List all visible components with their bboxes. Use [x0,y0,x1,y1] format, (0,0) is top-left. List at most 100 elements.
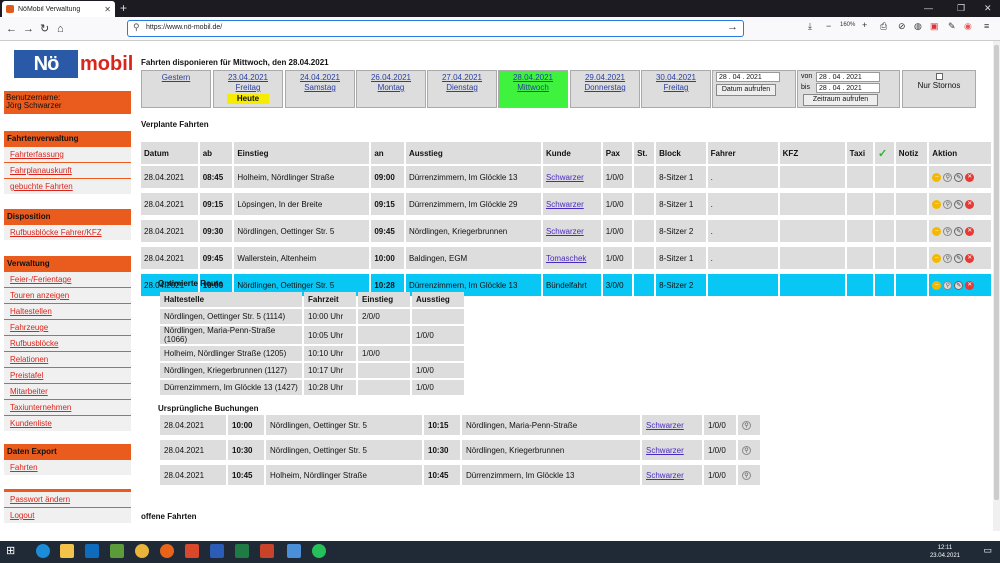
paint-icon[interactable] [185,544,199,558]
booking-cell-kunde[interactable]: Schwarzer [642,415,702,435]
cell-taxi[interactable] [846,247,874,269]
outlook-icon[interactable] [85,544,99,558]
sidebar-item-rufbusbloecke-fahrer[interactable]: Rufbusblöcke Fahrer/KFZ [4,224,131,240]
cell-kunde[interactable]: Schwarzer [542,193,601,215]
cell-notiz[interactable] [895,247,928,269]
new-tab-icon[interactable]: + [120,0,127,17]
excel-icon[interactable] [235,544,249,558]
pocket-icon[interactable]: ◉ [964,21,972,32]
print-icon[interactable]: ⎙ [880,21,887,32]
sync-icon[interactable]: ⊘ [898,21,906,32]
powerpoint-icon[interactable] [260,544,274,558]
cell-taxi[interactable] [846,274,874,296]
edit-icon[interactable]: – [932,226,942,236]
windows-start-icon[interactable]: ⊞ [6,544,20,558]
delete-icon[interactable]: ✕ [965,172,975,182]
day-23-04[interactable]: 23.04.2021 Freitag Heute [213,70,283,108]
booking-row[interactable]: 28.04.2021 10:00 Nördlingen, Oettinger Str… [160,415,760,435]
trip-row[interactable]: 28.04.2021 09:30 Nördlingen, Oettinger Str… [141,220,991,242]
download-icon[interactable]: ⤓ [808,21,812,32]
cell-kunde[interactable]: Schwarzer [542,220,601,242]
search-icon[interactable]: ⚲ [742,470,751,480]
booking-row[interactable]: 28.04.2021 10:30 Nördlingen, Oettinger Str… [160,440,760,460]
clock[interactable]: 12:11 23.04.2021 [930,544,960,560]
sidebar-item-preistafel[interactable]: Preistafel [4,367,131,383]
day-28-04[interactable]: 28.04.2021 Mittwoch [498,70,568,108]
sidebar-item-kundenliste[interactable]: Kundenliste [4,415,131,431]
pencil-icon[interactable]: ✎ [954,253,964,263]
search-icon[interactable]: ⚲ [943,226,953,236]
url-bar[interactable]: ⚲ https://www.nö-mobil.de/ → [127,20,744,37]
pencil-icon[interactable]: ✎ [954,199,964,209]
search-icon[interactable]: ⚲ [943,172,953,182]
edit-icon[interactable]: – [932,280,942,290]
app-icon[interactable] [110,544,124,558]
range-submit-button[interactable]: Zeitraum aufrufen [803,94,878,106]
edit-icon[interactable]: – [932,253,942,263]
booking-cell-kunde[interactable]: Schwarzer [642,440,702,460]
close-window-icon[interactable]: ✕ [984,0,992,17]
trip-row[interactable]: 28.04.2021 08:45 Holheim, Nördlinger Straß… [141,166,991,188]
cell-kfz[interactable] [779,220,845,242]
day-30-04[interactable]: 30.04.2021 Freitag [641,70,711,108]
logo[interactable]: Nö mobil [14,50,133,78]
cell-notiz[interactable] [895,166,928,188]
pencil-icon[interactable]: ✎ [954,280,964,290]
forward-icon[interactable]: → [23,21,34,37]
home-icon[interactable]: ⌂ [57,21,64,37]
notification-icon[interactable]: ▭ [983,545,992,556]
date-submit-button[interactable]: Datum aufrufen [716,84,776,96]
firefox-icon[interactable] [160,544,174,558]
von-input[interactable]: 28 . 04 . 2021 [816,72,880,82]
cell-taxi[interactable] [846,220,874,242]
zoom-in-icon[interactable]: + [862,20,867,30]
back-icon[interactable]: ← [6,21,17,37]
word-icon[interactable] [210,544,224,558]
sidebar-item-relationen[interactable]: Relationen [4,351,131,367]
sidebar-item-mitarbeiter[interactable]: Mitarbeiter [4,383,131,399]
day-26-04[interactable]: 26.04.2021 Montag [356,70,426,108]
stornos-checkbox[interactable] [935,73,943,80]
explorer-icon[interactable] [60,544,74,558]
sidebar-item-fahrzeuge[interactable]: Fahrzeuge [4,319,131,335]
search-icon[interactable]: ⚲ [943,253,953,263]
go-arrow-icon[interactable]: → [727,21,738,33]
minimize-icon[interactable]: — [924,0,933,17]
cell-kfz[interactable] [779,247,845,269]
sidebar-item-passwort[interactable]: Passwort ändern [4,491,131,507]
cell-kfz[interactable] [779,166,845,188]
delete-icon[interactable]: ✕ [965,199,975,209]
cell-kunde[interactable]: Bündelfahrt [542,274,601,296]
sidebar-item-touren[interactable]: Touren anzeigen [4,287,131,303]
menu-icon[interactable]: ≡ [984,21,989,31]
chrome-icon[interactable] [135,544,149,558]
search-icon[interactable]: ⚲ [943,199,953,209]
search-icon[interactable]: ⚲ [742,420,751,430]
whatsapp-icon[interactable] [312,544,326,558]
sidebar-item-haltestellen[interactable]: Haltestellen [4,303,131,319]
search-icon[interactable]: ⚲ [943,280,953,290]
photos-icon[interactable] [287,544,301,558]
reload-icon[interactable]: ↻ [40,21,49,37]
day-27-04[interactable]: 27.04.2021 Dienstag [427,70,497,108]
zoom-out-icon[interactable]: − [826,21,831,31]
edge-icon[interactable] [36,544,50,558]
browser-tab[interactable]: NöMobil Verwaltung ✕ [2,1,115,17]
trip-row[interactable]: 28.04.2021 09:45 Wallerstein, Altenheim 10:… [141,247,991,269]
cell-taxi[interactable] [846,166,874,188]
pencil-icon[interactable]: ✎ [954,226,964,236]
cell-kfz[interactable] [779,193,845,215]
sidebar-item-rufbusbloecke[interactable]: Rufbusblöcke [4,335,131,351]
extension-icon[interactable]: ◍ [914,21,922,32]
cell-check[interactable] [875,274,894,296]
date-input[interactable]: 28 . 04 . 2021 [716,72,780,82]
sidebar-item-gebuchte-fahrten[interactable]: gebuchte Fahrten [4,178,131,194]
cell-check[interactable] [875,220,894,242]
booking-row[interactable]: 28.04.2021 10:45 Holheim, Nördlinger Straß… [160,465,760,485]
cell-kfz[interactable] [779,274,845,296]
edit-icon[interactable]: – [932,199,942,209]
scrollbar-thumb[interactable] [994,45,999,500]
day-gestern[interactable]: Gestern [141,70,211,108]
day-29-04[interactable]: 29.04.2021 Donnerstag [570,70,640,108]
cell-notiz[interactable] [895,193,928,215]
